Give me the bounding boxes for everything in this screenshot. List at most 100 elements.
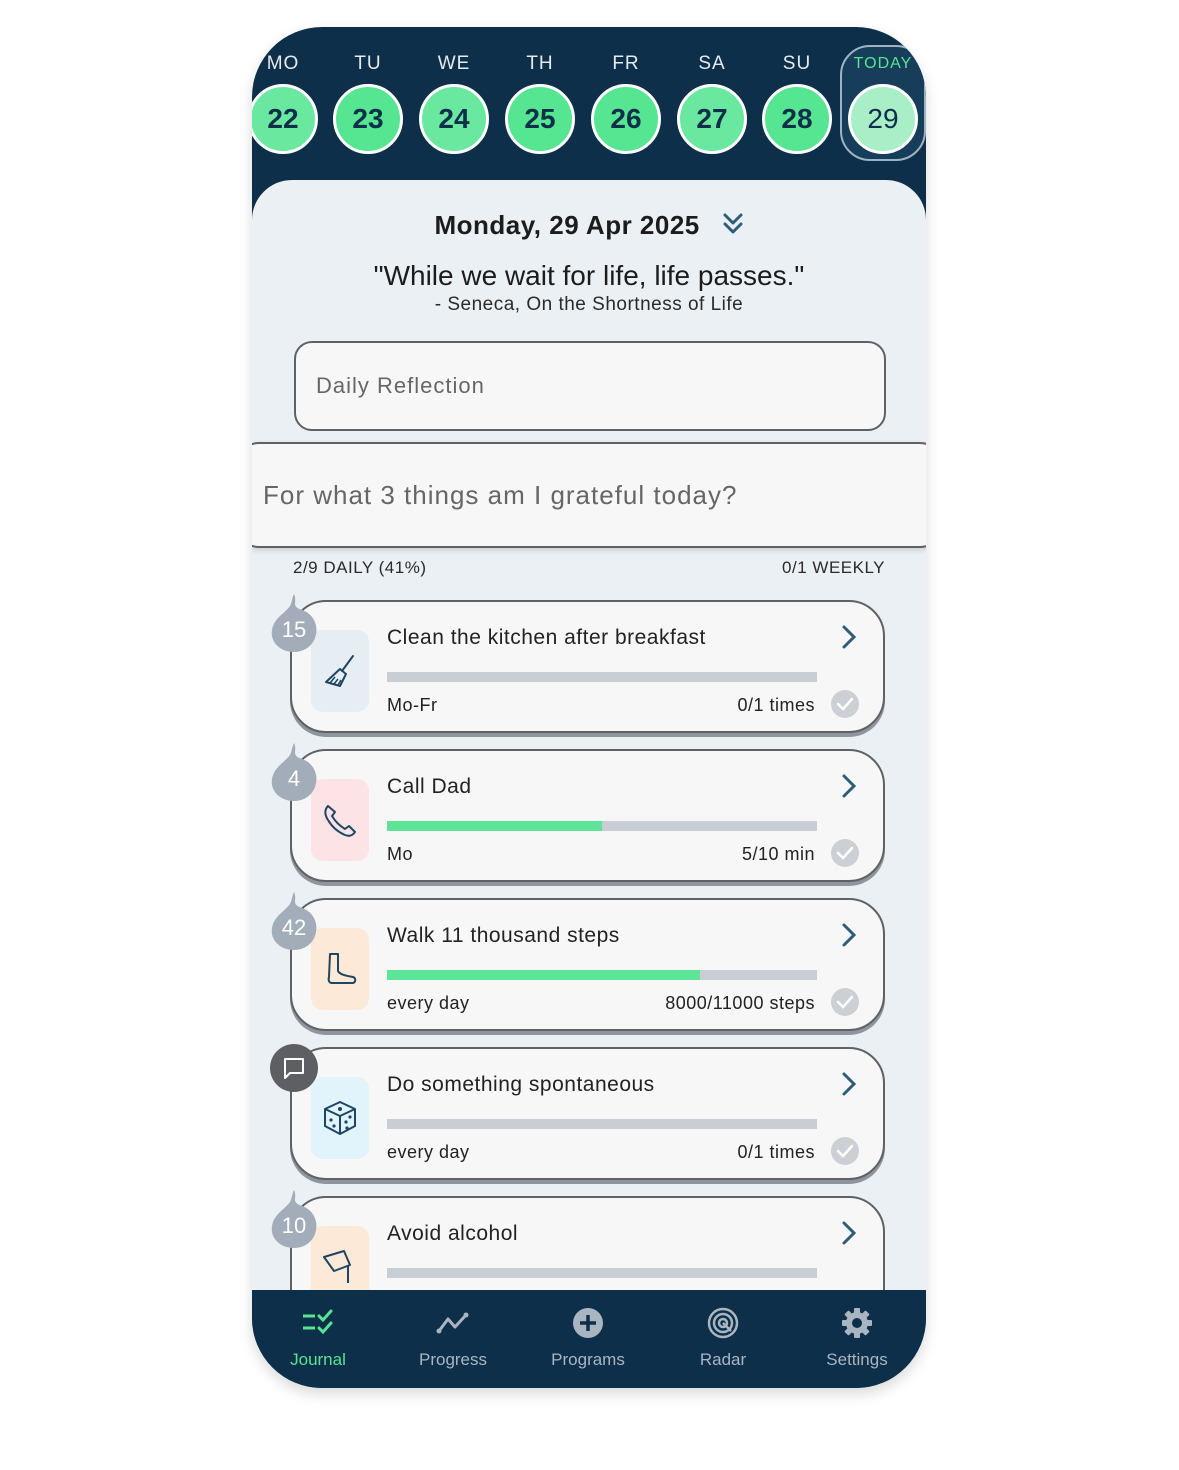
day-circle: 29 (848, 84, 918, 154)
habit-schedule: Mo-Fr (387, 695, 438, 715)
habit-progress-bar (387, 1268, 817, 1278)
radar-icon (706, 1306, 740, 1340)
day-circle: 23 (333, 84, 403, 154)
habit-title: Clean the kitchen after breakfast (387, 626, 706, 649)
journal-checklist-icon (301, 1306, 335, 1340)
day-circle: 26 (591, 84, 661, 154)
habit-icon-tile (311, 630, 369, 712)
day-label: TU (354, 53, 382, 74)
habit-card-body[interactable]: Call Dad Mo 5/10 min (290, 749, 885, 882)
habit-stats: 2/9 DAILY (41%) 0/1 WEEKLY (293, 558, 885, 578)
day-label: TH (526, 53, 554, 74)
tab-progress[interactable]: Progress (388, 1290, 518, 1388)
complete-check-button[interactable] (831, 1137, 859, 1165)
week-strip: MO 22 TU 23 WE 24 TH 25 FR 26 SA 27 SU 2… (252, 27, 926, 187)
quote-source: - Seneca, On the Shortness of Life (434, 294, 744, 315)
habit-count: 0/1 times (737, 1142, 815, 1162)
day-label: SA (698, 53, 726, 74)
day-th[interactable]: TH 25 (502, 27, 578, 187)
habit-schedule: Mo (387, 844, 414, 864)
day-label: TODAY (853, 55, 913, 72)
habit-progress-fill (387, 821, 602, 831)
streak-count: 10 (281, 1213, 307, 1238)
streak-count: 15 (281, 617, 307, 642)
day-circle: 22 (252, 84, 318, 154)
tab-radar[interactable]: Radar (658, 1290, 788, 1388)
day-fr[interactable]: FR 26 (588, 27, 664, 187)
comment-badge[interactable] (270, 1044, 318, 1092)
habit-title: Call Dad (387, 775, 472, 798)
chevron-double-down-icon[interactable] (722, 212, 744, 243)
habit-progress-fill (387, 970, 700, 980)
day-mo[interactable]: MO 22 (252, 27, 321, 187)
habit-card-body[interactable]: Do something spontaneous every day 0/1 t… (290, 1047, 885, 1180)
quote-text: "While we wait for life, life passes." (373, 260, 805, 291)
chevron-right-icon[interactable] (841, 1071, 857, 1102)
grateful-input[interactable]: For what 3 things am I grateful today? (252, 442, 926, 548)
day-label: MO (266, 53, 300, 74)
day-circle: 27 (677, 84, 747, 154)
chevron-right-icon[interactable] (841, 773, 857, 804)
pouring-cup-icon (323, 1250, 351, 1283)
day-label: SU (782, 53, 812, 74)
date-header[interactable]: Monday, 29 Apr 2025 (252, 210, 926, 243)
habit-count: 0/1 times (737, 695, 815, 715)
tab-journal[interactable]: Journal (253, 1290, 383, 1388)
habit-icon-tile (311, 779, 369, 861)
daily-reflection-input[interactable]: Daily Reflection (294, 341, 886, 431)
habit-progress-bar (387, 1119, 817, 1129)
day-sa[interactable]: SA 27 (674, 27, 750, 187)
habit-title: Do something spontaneous (387, 1073, 655, 1096)
daily-stats: 2/9 DAILY (41%) (293, 558, 427, 577)
chevron-right-icon[interactable] (841, 624, 857, 655)
streak-count: 4 (287, 766, 301, 791)
tab-label: Settings (826, 1350, 888, 1369)
tab-settings[interactable]: Settings (792, 1290, 922, 1388)
habit-card[interactable]: Call Dad Mo 5/10 min 4 (271, 743, 885, 882)
day-we[interactable]: WE 24 (416, 27, 492, 187)
habit-count: 5/10 min (741, 844, 815, 864)
plus-circle-icon (571, 1306, 605, 1340)
tab-label: Radar (699, 1350, 747, 1369)
tab-programs[interactable]: Programs (523, 1290, 653, 1388)
complete-check-button[interactable] (831, 839, 859, 867)
habit-title: Avoid alcohol (387, 1222, 519, 1245)
streak-count: 42 (281, 915, 307, 940)
day-label: WE (437, 53, 471, 74)
day-circle: 25 (505, 84, 575, 154)
phone-frame: MO 22 TU 23 WE 24 TH 25 FR 26 SA 27 SU 2… (252, 27, 926, 1388)
habit-card-body[interactable]: Walk 11 thousand steps every day 8000/11… (290, 898, 885, 1031)
day-su[interactable]: SU 28 (759, 27, 835, 187)
comment-icon (284, 1058, 304, 1079)
tab-label: Programs (551, 1350, 625, 1369)
broom-icon (325, 655, 354, 687)
progress-chart-icon (436, 1306, 470, 1340)
tab-label: Journal (290, 1350, 346, 1369)
chevron-right-icon[interactable] (841, 922, 857, 953)
habit-progress-bar (387, 672, 817, 682)
habit-card-body[interactable]: Clean the kitchen after breakfast Mo-Fr … (290, 600, 885, 733)
habit-progress-bar (387, 970, 817, 980)
habit-count: 8000/11000 steps (665, 993, 815, 1013)
day-circle: 24 (419, 84, 489, 154)
habit-icon-tile (311, 928, 369, 1010)
habit-icon-tile (311, 1077, 369, 1159)
day-tu[interactable]: TU 23 (330, 27, 406, 187)
phone-icon (324, 805, 356, 837)
habit-card[interactable]: Walk 11 thousand steps every day 8000/11… (271, 892, 885, 1031)
bottom-tab-bar: Journal Progress Programs Radar Settings (252, 1290, 926, 1388)
gear-icon (840, 1306, 874, 1340)
habit-schedule: every day (387, 1142, 470, 1162)
day-today[interactable]: TODAY 29 (840, 45, 926, 161)
chevron-right-icon[interactable] (841, 1220, 857, 1251)
habit-card[interactable]: Clean the kitchen after breakfast Mo-Fr … (271, 594, 885, 733)
day-label: FR (612, 53, 640, 74)
journal-sheet: Monday, 29 Apr 2025 "While we wait for l… (252, 180, 926, 1329)
habit-card[interactable]: Do something spontaneous every day 0/1 t… (270, 1044, 885, 1180)
complete-check-button[interactable] (831, 988, 859, 1016)
habit-schedule: every day (387, 993, 470, 1013)
habit-title: Walk 11 thousand steps (387, 924, 620, 947)
complete-check-button[interactable] (831, 690, 859, 718)
foot-icon (327, 953, 357, 984)
dice-icon (324, 1101, 356, 1135)
